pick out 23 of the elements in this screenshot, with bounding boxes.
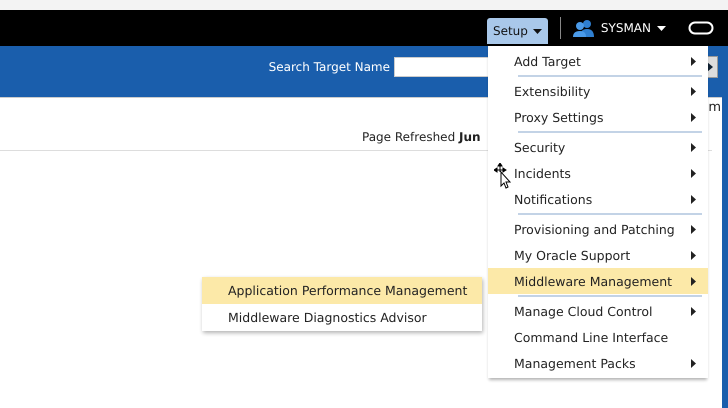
user-menu-button[interactable]: SYSMAN — [572, 19, 666, 37]
menu-item[interactable]: Middleware Diagnostics Advisor — [202, 304, 482, 331]
menu-item[interactable]: Notifications — [488, 186, 708, 212]
setup-button[interactable]: Setup — [486, 18, 548, 44]
menu-item[interactable]: Proxy Settings — [488, 104, 708, 130]
search-label: Search Target Name — [268, 60, 390, 74]
menu-item[interactable]: Application Performance Management — [202, 277, 482, 304]
menu-item[interactable]: Security — [488, 134, 708, 160]
menu-item[interactable]: Incidents — [488, 160, 708, 186]
users-icon — [572, 19, 595, 37]
menu-item[interactable]: My Oracle Support — [488, 242, 708, 268]
cursor-icon — [494, 163, 512, 189]
page-refreshed-text: Page Refreshed Jun — [362, 130, 481, 144]
menu-item[interactable]: Add Target — [488, 48, 708, 74]
menu-item[interactable]: Command Line Interface — [488, 324, 708, 350]
menu-item[interactable]: Manage Cloud Control — [488, 298, 708, 324]
caret-icon — [657, 26, 666, 30]
menu-item[interactable]: Extensibility — [488, 78, 708, 104]
menu-item[interactable]: Provisioning and Patching — [488, 216, 708, 242]
menu-item[interactable]: Middleware Management — [488, 268, 708, 294]
menu-item[interactable]: Management Packs — [488, 350, 708, 376]
page-text: m — [708, 100, 721, 117]
caret-icon — [532, 28, 542, 34]
